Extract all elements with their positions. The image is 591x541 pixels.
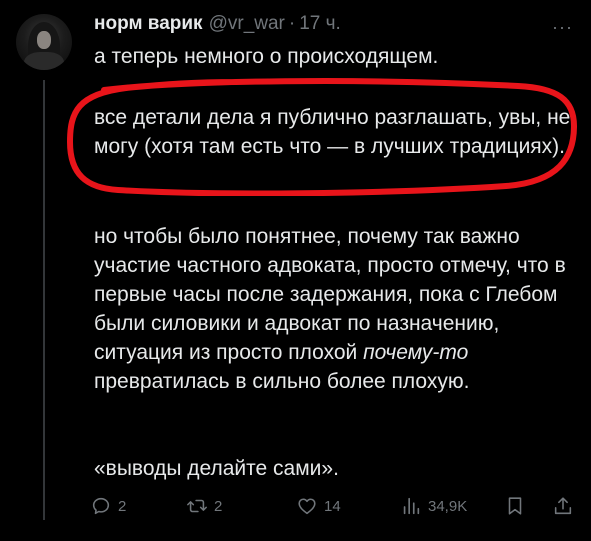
bookmark-button[interactable] (504, 492, 526, 520)
display-name[interactable]: норм варик (94, 13, 203, 35)
views-button[interactable]: 34,9K (400, 492, 467, 520)
user-handle[interactable]: @vr_war (209, 13, 285, 35)
post-time[interactable]: 17 ч. (299, 13, 341, 35)
reply-count: 2 (118, 497, 127, 515)
paragraph-3-text-a: но чтобы было понятнее, почему так важно… (94, 225, 566, 364)
more-options-icon[interactable]: ··· (552, 18, 573, 36)
share-icon (554, 497, 572, 515)
post-text-paragraph-1: а теперь немного о происходящем. (94, 45, 439, 68)
retweet-count: 2 (214, 497, 223, 515)
share-button[interactable] (552, 492, 574, 520)
post-text-paragraph-4: «выводы делайте сами». (94, 457, 339, 480)
post-text-paragraph-2: все детали дела я публично разглашать, у… (94, 106, 571, 158)
bookmark-icon (508, 497, 522, 515)
views-icon (403, 497, 420, 515)
action-bar: 2 2 14 34,9K (90, 492, 580, 520)
post-header: норм варик @vr_war · 17 ч. (94, 8, 577, 40)
like-count: 14 (324, 497, 341, 515)
views-count: 34,9K (428, 497, 468, 515)
thread-line (43, 80, 45, 520)
heart-icon (298, 498, 316, 515)
avatar[interactable] (16, 14, 72, 70)
separator-dot: · (288, 13, 296, 34)
retweet-button[interactable]: 2 (186, 492, 222, 520)
paragraph-3-italic: почему-то (363, 341, 469, 364)
reply-button[interactable]: 2 (90, 492, 126, 520)
retweet-icon (187, 499, 207, 513)
post-text-paragraph-3: но чтобы было понятнее, почему так важно… (94, 222, 572, 396)
reply-icon (92, 497, 110, 515)
paragraph-3-text-b: превратилась в сильно более плохую. (94, 370, 470, 393)
like-button[interactable]: 14 (296, 492, 341, 520)
